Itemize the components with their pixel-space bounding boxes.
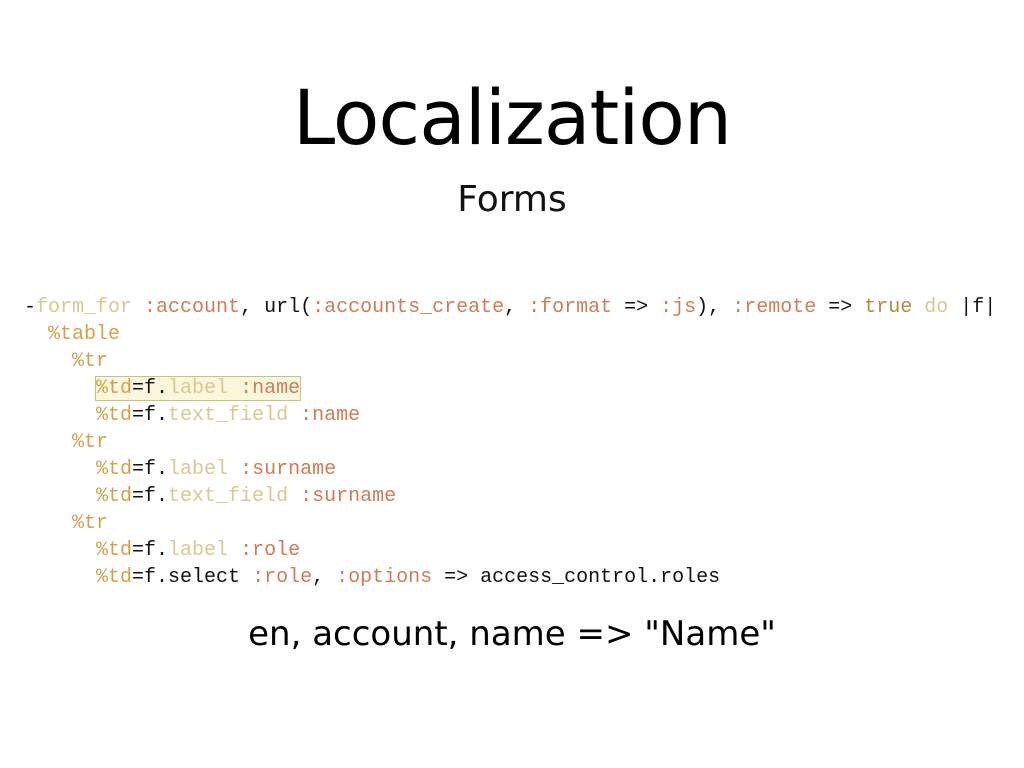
code-token: - [24, 296, 37, 319]
code-token: =f. [132, 539, 169, 562]
translation-example: en, account, name => "Name" [248, 614, 776, 654]
code-token: :role [240, 539, 301, 562]
code-token: |f| [948, 296, 997, 319]
code-token: %tr [72, 350, 109, 373]
code-token: %td [96, 404, 133, 427]
code-token: label [168, 458, 229, 481]
code-block: -form_for :account, url(:accounts_create… [24, 294, 996, 591]
slide-title: Localization [292, 73, 732, 162]
code-token: => access_control.roles [432, 566, 721, 589]
code-line: %td=f.label :surname [24, 456, 996, 483]
highlighted-code: %td=f.label :name [95, 376, 302, 401]
code-line: %tr [24, 429, 996, 456]
code-token: text_field [168, 404, 289, 427]
code-token: =f. [132, 377, 169, 400]
code-token: =f. [132, 458, 169, 481]
code-token: :surname [300, 485, 397, 508]
code-token: => [612, 296, 661, 319]
code-token: text_field [168, 485, 289, 508]
code-line: %td=f.select :role, :options => access_c… [24, 564, 996, 591]
code-line: %tr [24, 348, 996, 375]
code-token: :role [252, 566, 313, 589]
code-token: , [504, 296, 529, 319]
code-token: do [924, 296, 949, 319]
code-token: :remote [732, 296, 817, 319]
code-token: true [864, 296, 913, 319]
code-token: :name [240, 377, 301, 400]
code-token: %td [96, 566, 133, 589]
code-token: => [816, 296, 865, 319]
code-token: :account [144, 296, 241, 319]
code-line: %table [24, 321, 996, 348]
code-token: =f.select [132, 566, 253, 589]
code-line: %tr [24, 510, 996, 537]
code-token: label [168, 377, 229, 400]
code-token: %table [48, 323, 121, 346]
code-token: =f. [132, 404, 169, 427]
code-line: -form_for :account, url(:accounts_create… [24, 294, 996, 321]
code-line: %td=f.text_field :name [24, 402, 996, 429]
code-token: :accounts_create [312, 296, 505, 319]
code-token: :options [336, 566, 433, 589]
code-token: label [168, 539, 229, 562]
code-token: %td [96, 458, 133, 481]
code-token: %td [96, 539, 133, 562]
code-line: %td=f.label :name [24, 375, 996, 402]
code-token: :format [528, 296, 613, 319]
code-line: %td=f.text_field :surname [24, 483, 996, 510]
code-token: , url( [240, 296, 313, 319]
code-token: form_for [36, 296, 133, 319]
code-token: =f. [132, 485, 169, 508]
code-token: %tr [72, 512, 109, 535]
code-token: %tr [72, 431, 109, 454]
code-token: %td [96, 485, 133, 508]
code-token: :surname [240, 458, 337, 481]
code-line: %td=f.label :role [24, 537, 996, 564]
code-token: :name [300, 404, 361, 427]
code-token: ), [696, 296, 733, 319]
code-token: :js [660, 296, 697, 319]
slide-subtitle: Forms [457, 179, 567, 220]
code-token: , [312, 566, 337, 589]
code-token: %td [96, 377, 133, 400]
